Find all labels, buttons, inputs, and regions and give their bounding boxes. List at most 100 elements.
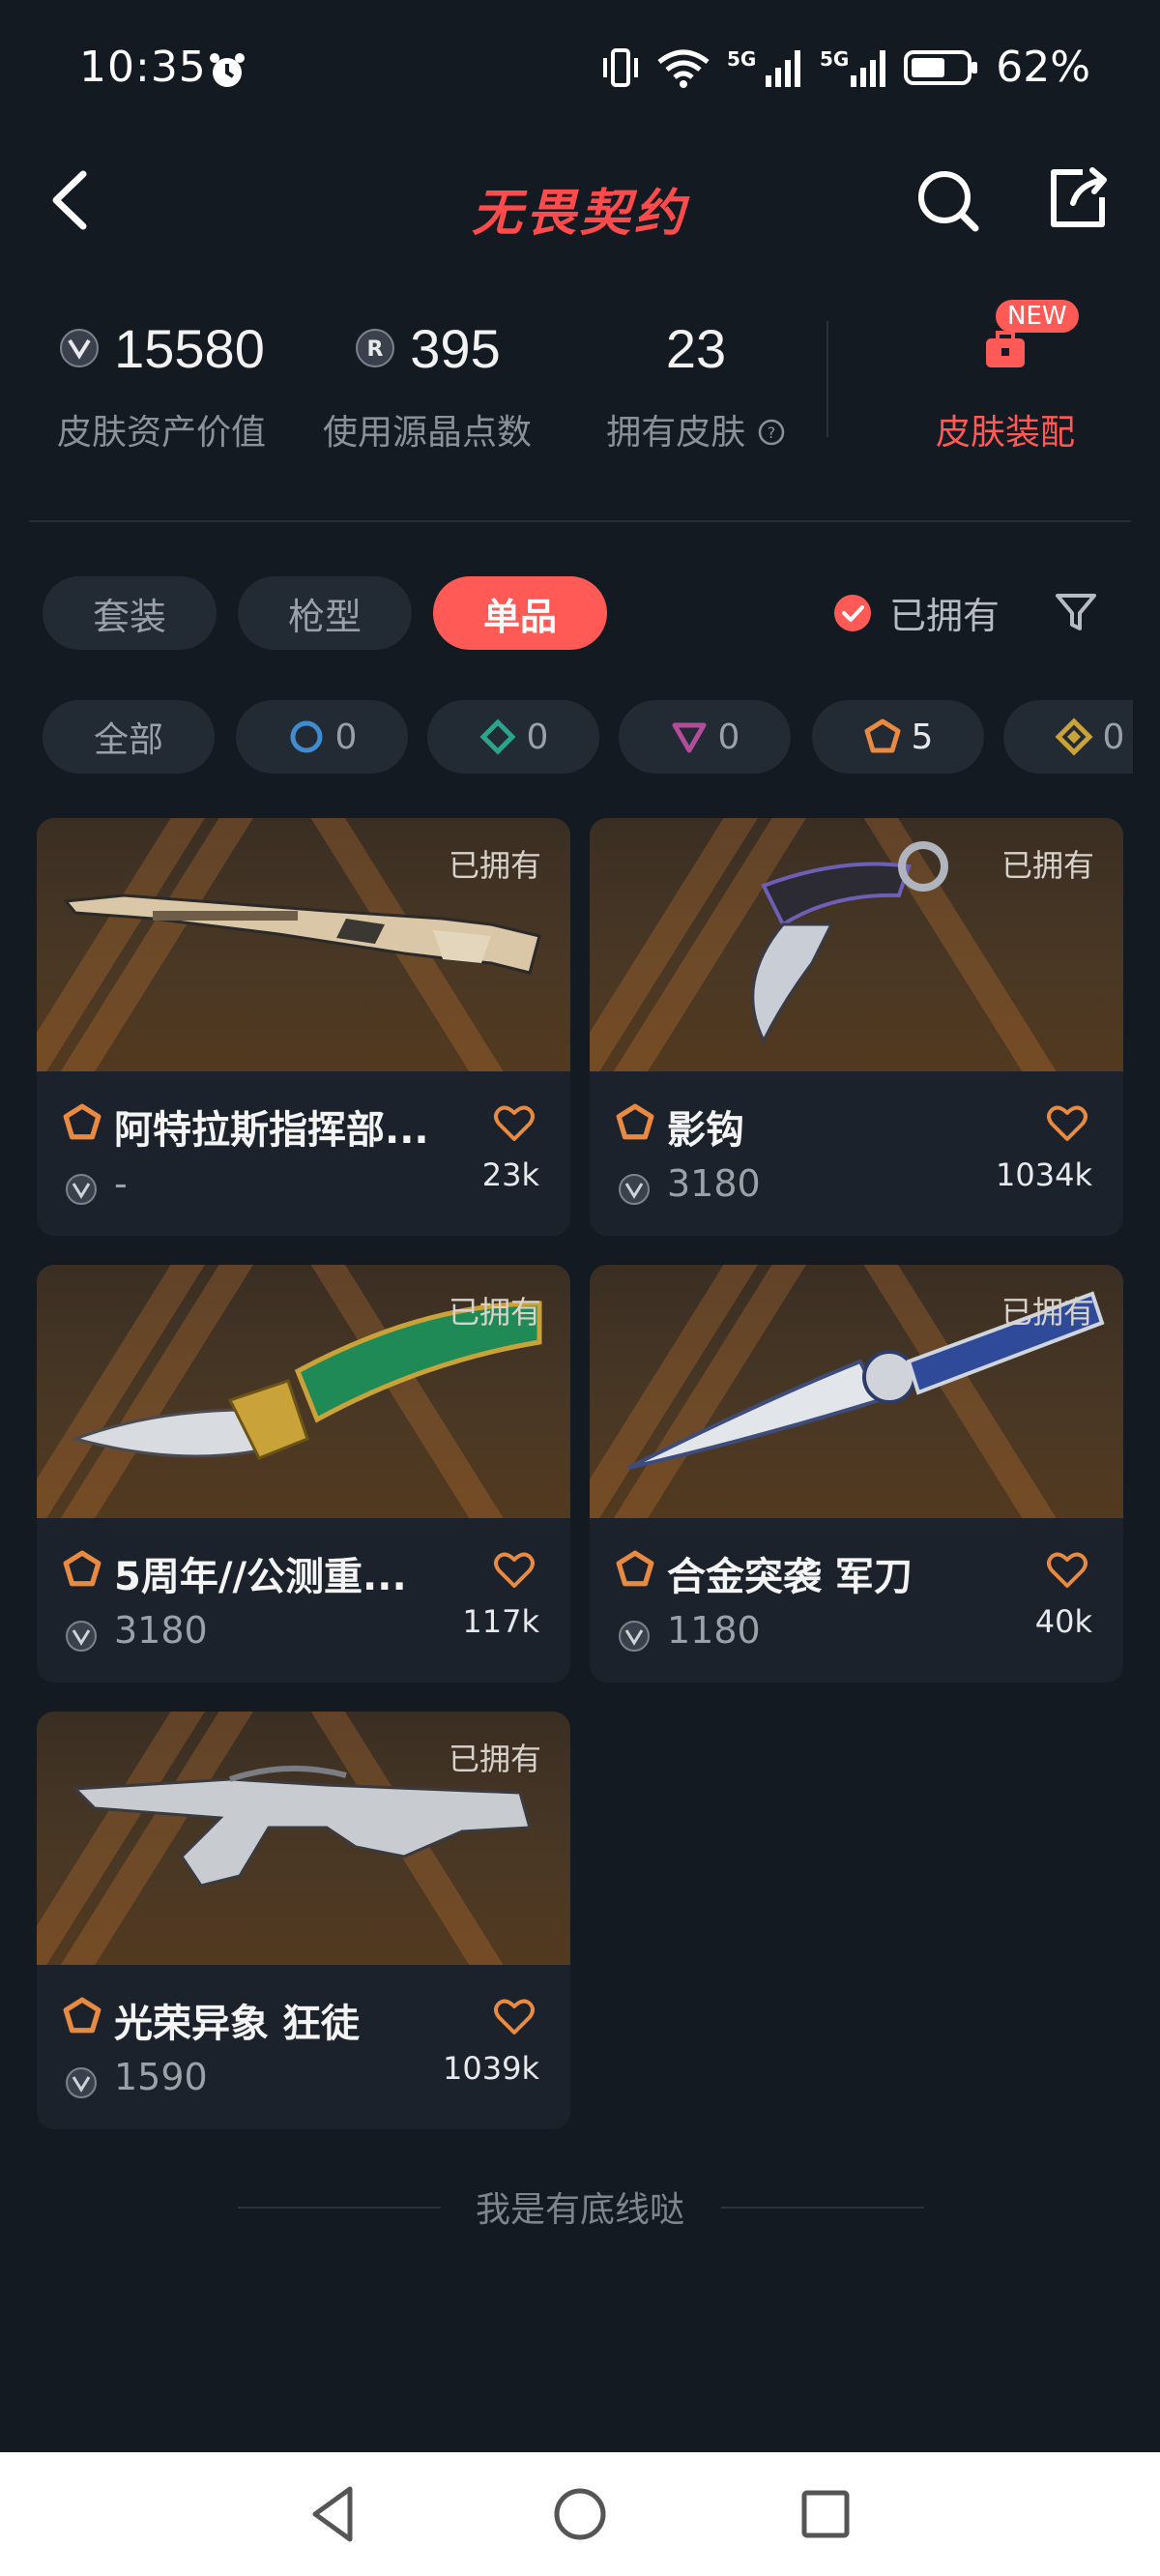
skin-image: 已拥有 [590, 1265, 1123, 1518]
asset-value-label: 皮肤资产价值 [56, 413, 266, 453]
svg-text:5G: 5G [820, 47, 849, 71]
vp-coin-icon [619, 1174, 650, 1205]
wifi-icon [657, 49, 710, 88]
like-heart-icon[interactable] [493, 1104, 536, 1143]
like-heart-icon[interactable] [1046, 1104, 1088, 1143]
signal-5g-icon-2: 5G [820, 47, 886, 87]
vp-coin-icon [66, 1621, 97, 1652]
vp-coin-icon [66, 1174, 97, 1205]
exclusive-tier-icon [616, 1550, 654, 1587]
skin-title: 阿特拉斯指挥部... [114, 1108, 429, 1153]
points-stat: R 395 使用源晶点数 [315, 309, 539, 454]
share-icon[interactable] [1044, 164, 1112, 232]
chip-count: 0 [1102, 717, 1125, 757]
owned-tag: 已拥有 [448, 1294, 541, 1331]
alarm-icon [210, 53, 245, 87]
battery-icon [904, 49, 978, 85]
skin-image: 已拥有 [37, 1265, 570, 1518]
skin-card[interactable]: 已拥有 合金突袭 军刀 1180 40k [590, 1265, 1123, 1683]
status-bar: 10:35 5G 5G 62% [0, 0, 1160, 145]
radianite-coin-icon: R [356, 329, 395, 367]
skin-title: 合金突袭 军刀 [667, 1555, 913, 1599]
svg-text:?: ? [767, 424, 775, 442]
owned-tag: 已拥有 [1000, 1294, 1094, 1331]
exclusive-tier-icon [616, 1103, 654, 1140]
like-count: 1039k [443, 2050, 539, 2087]
vp-coin-icon [60, 329, 100, 367]
svg-text:R: R [367, 337, 384, 362]
like-heart-icon[interactable] [1046, 1551, 1088, 1590]
chip-premium-tier[interactable]: 0 [619, 700, 791, 774]
exclusive-tier-icon [63, 1997, 102, 2034]
like-heart-icon[interactable] [493, 1551, 536, 1590]
ultra-tier-icon [1055, 717, 1093, 756]
vp-coin-icon [619, 1621, 650, 1652]
vp-coin-icon [66, 2067, 97, 2098]
like-count: 117k [462, 1603, 539, 1640]
owned-count-stat[interactable]: 23 拥有皮肤 ? [599, 309, 793, 454]
chip-exclusive-tier[interactable]: 5 [812, 700, 984, 774]
points-label: 使用源晶点数 [322, 413, 532, 453]
owned-count-value: 23 [665, 317, 727, 379]
owned-filter-label: 已拥有 [889, 595, 1000, 637]
footer-divider-right [721, 2207, 924, 2209]
chip-count: 0 [717, 717, 740, 757]
nav-back-icon[interactable] [296, 2475, 373, 2553]
end-of-list-note: 我是有底线哒 [475, 2190, 684, 2230]
owned-count-label: 拥有皮肤 [606, 413, 746, 453]
filter-icon[interactable] [1054, 590, 1098, 634]
section-divider [29, 520, 1131, 522]
owned-tag: 已拥有 [448, 1741, 541, 1777]
svg-text:5G: 5G [727, 47, 756, 71]
tab-weapon-type[interactable]: 枪型 [238, 576, 412, 650]
checked-icon [834, 594, 871, 631]
chip-count: 0 [334, 717, 358, 757]
nav-home-icon[interactable] [541, 2475, 619, 2553]
skin-image: 已拥有 [590, 818, 1123, 1071]
skin-price: - [114, 1162, 128, 1205]
skin-card[interactable]: 已拥有 光荣异象 狂徒 1590 1039k [37, 1712, 570, 2129]
system-nav-bar [0, 2452, 1160, 2576]
tab-single-items[interactable]: 单品 [433, 576, 607, 650]
skin-card[interactable]: 已拥有 影钩 3180 1034k [590, 818, 1123, 1236]
chip-count: 5 [911, 717, 934, 757]
loadout-label: 皮肤装配 [935, 413, 1075, 453]
asset-value: 15580 [114, 317, 265, 379]
like-heart-icon[interactable] [493, 1998, 536, 2036]
search-icon[interactable] [914, 166, 981, 234]
rarity-chip-row: 全部 0 0 0 5 0 [0, 677, 1133, 793]
chip-deluxe-tier[interactable]: 0 [427, 700, 599, 774]
stats-divider [826, 321, 828, 437]
exclusive-tier-icon [63, 1103, 102, 1140]
owned-tag: 已拥有 [1000, 847, 1094, 884]
skin-price: 1590 [114, 2056, 208, 2098]
points-value: 395 [410, 317, 501, 379]
skin-price: 3180 [667, 1162, 761, 1205]
skin-title: 影钩 [667, 1108, 744, 1153]
skin-card[interactable]: 已拥有 5周年//公测重... 3180 117k [37, 1265, 570, 1683]
tab-sets[interactable]: 套装 [43, 576, 217, 650]
chip-count: 0 [526, 717, 549, 757]
vibrate-icon [603, 47, 639, 87]
select-tier-icon [290, 720, 323, 753]
chip-select-tier[interactable]: 0 [236, 700, 408, 774]
nav-recent-apps-icon[interactable] [787, 2475, 864, 2553]
skin-title: 5周年//公测重... [114, 1555, 407, 1599]
exclusive-tier-icon [63, 1550, 102, 1587]
owned-filter-toggle[interactable]: 已拥有 [833, 586, 1000, 639]
like-count: 23k [481, 1156, 539, 1193]
chip-all[interactable]: 全部 [43, 700, 215, 774]
chip-ultra-tier[interactable]: 0 [1003, 700, 1133, 774]
skin-price: 3180 [114, 1609, 208, 1652]
skin-card[interactable]: 已拥有 阿特拉斯指挥部... - 23k [37, 818, 570, 1236]
stats-panel: 15580 皮肤资产价值 R 395 使用源晶点数 23 拥有皮肤 ? 皮肤装配 [0, 309, 1160, 474]
back-arrow-icon[interactable] [44, 166, 99, 234]
chip-all-label: 全部 [93, 720, 163, 760]
help-icon[interactable]: ? [757, 418, 786, 447]
premium-tier-icon [672, 722, 707, 753]
like-count: 1034k [996, 1156, 1092, 1193]
owned-tag: 已拥有 [448, 847, 541, 884]
skin-title: 光荣异象 狂徒 [114, 2002, 360, 2046]
signal-5g-icon: 5G [727, 47, 801, 87]
new-badge: NEW [996, 300, 1079, 333]
